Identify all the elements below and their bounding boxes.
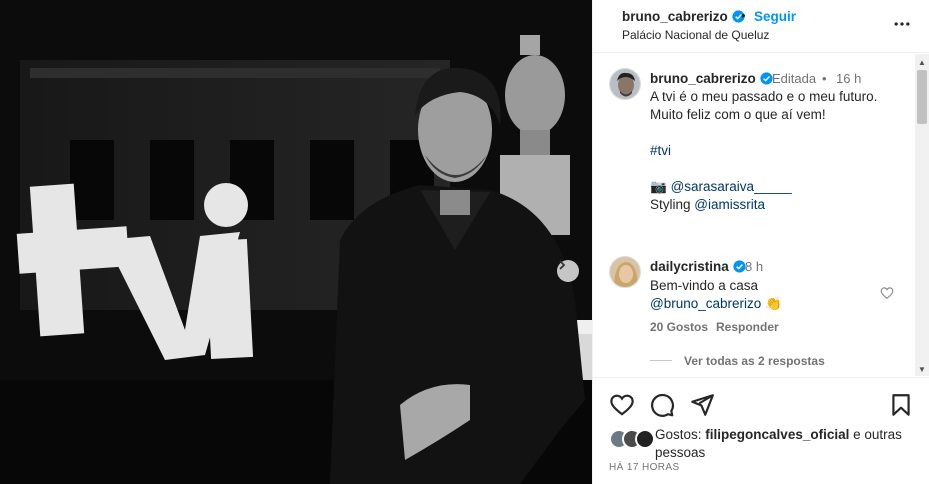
more-icon[interactable] <box>892 14 912 34</box>
comment-line-1: Bem-vindo a casa <box>650 278 759 293</box>
scroll-down-arrow-icon[interactable]: ▼ <box>918 365 926 374</box>
photo-credit-line: 📷 @sarasaraiva_____ <box>650 178 792 196</box>
chevron-right-icon <box>559 260 566 270</box>
comment-line-2: @bruno_cabrerizo 👏 <box>650 295 782 313</box>
photo-credit-link[interactable]: @sarasaraiva_____ <box>671 179 792 194</box>
comments-scroll-area[interactable]: bruno_cabrerizo Editada • 16 h A tvi é o… <box>593 54 929 376</box>
commenter-avatar[interactable] <box>609 256 641 288</box>
comment-username-text[interactable]: dailycristina <box>650 259 729 274</box>
clap-emoji: 👏 <box>765 296 782 311</box>
edited-label: Editada <box>772 71 817 86</box>
caption-separator: • <box>822 71 827 86</box>
verified-badge-icon <box>732 260 746 273</box>
comment-like-heart-icon[interactable] <box>880 286 894 300</box>
camera-emoji: 📷 <box>650 179 667 194</box>
liker-avatars[interactable] <box>609 429 655 451</box>
post-photo[interactable] <box>0 0 592 484</box>
post-time-ago[interactable]: HÁ 17 HORAS <box>609 462 680 473</box>
bookmark-icon[interactable] <box>888 392 914 418</box>
likes-prefix: Gostos: <box>655 427 702 442</box>
styling-credit-link[interactable]: @iamissrita <box>694 197 765 212</box>
styling-label: Styling <box>650 197 691 212</box>
replies-divider <box>650 360 672 361</box>
scrollbar-thumb[interactable] <box>917 70 927 124</box>
photo-scene <box>0 0 592 484</box>
view-replies-button[interactable]: Ver todas as 2 respostas <box>684 354 825 368</box>
next-photo-button[interactable] <box>557 260 579 282</box>
hashtag-link[interactable]: #tvi <box>650 142 671 160</box>
scrollbar[interactable]: ▲ ▼ <box>915 54 929 376</box>
scroll-up-arrow-icon[interactable]: ▲ <box>918 58 926 67</box>
share-icon[interactable] <box>689 392 715 418</box>
likes-text: Gostos: filipegoncalves_oficial e outras… <box>655 426 925 462</box>
post-side-panel: bruno_cabrerizo • Seguir Palácio Naciona… <box>592 0 929 484</box>
caption-line-1: A tvi é o meu passado e o meu futuro. <box>650 89 878 104</box>
header-separator: • <box>741 8 746 23</box>
comment-time[interactable]: 8 h <box>745 259 763 274</box>
avatar-image <box>610 69 640 99</box>
comment-mention-link[interactable]: @bruno_cabrerizo <box>650 296 761 311</box>
liker-username-link[interactable]: filipegoncalves_oficial <box>705 427 849 442</box>
location-link[interactable]: Palácio Nacional de Queluz <box>622 28 769 42</box>
comment-icon[interactable] <box>649 392 675 418</box>
caption-time[interactable]: 16 h <box>836 71 861 86</box>
heart-icon[interactable] <box>609 392 635 418</box>
liker-avatar[interactable] <box>635 429 655 449</box>
author-avatar[interactable] <box>609 68 641 100</box>
caption-username-text[interactable]: bruno_cabrerizo <box>650 71 756 86</box>
comment-likes-count[interactable]: 20 Gostos <box>650 320 708 334</box>
styling-line: Styling @iamissrita <box>650 196 765 214</box>
author-username[interactable]: bruno_cabrerizo <box>622 9 745 24</box>
comment-username[interactable]: dailycristina <box>650 259 746 274</box>
author-name[interactable]: bruno_cabrerizo <box>622 9 728 24</box>
caption-line-2: Muito feliz com o que aí vem! <box>650 107 826 122</box>
post-header: bruno_cabrerizo • Seguir Palácio Naciona… <box>593 0 929 53</box>
verified-badge-icon <box>759 72 773 85</box>
caption-username[interactable]: bruno_cabrerizo <box>650 71 773 86</box>
reply-button[interactable]: Responder <box>716 320 779 334</box>
action-bar <box>593 377 929 431</box>
avatar-image <box>610 257 640 287</box>
follow-button[interactable]: Seguir <box>754 9 796 24</box>
